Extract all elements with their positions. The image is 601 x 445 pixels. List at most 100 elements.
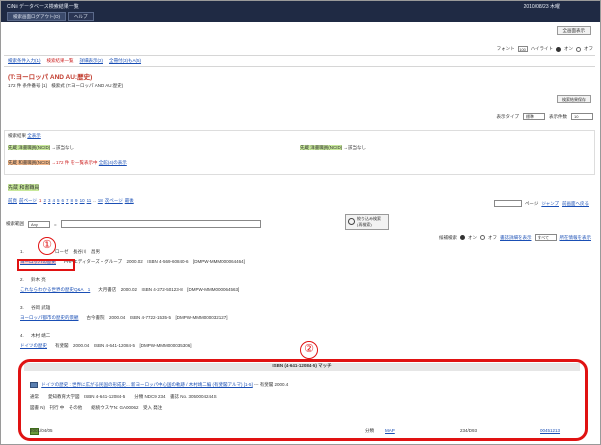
filter-input[interactable] <box>60 220 261 228</box>
filter-select[interactable]: Any <box>28 220 50 228</box>
display-count-select[interactable]: 10 <box>571 113 593 120</box>
result-row: 先蔵 和書職員(NCID) →172 件 を一覧表示中 全館(4)の表示 <box>8 160 127 166</box>
list-item: 2. 鈴木 亮 これならわかる世界の歴史Q&A 1 大月書店 2000.02 I… <box>20 277 239 293</box>
filter-label: 検索範囲 <box>6 221 24 226</box>
record-number: 2. <box>20 277 24 282</box>
record-author: ローゼ 長谷川 昌男 <box>55 249 101 254</box>
candidate-off-label: オフ <box>488 234 497 240</box>
scope-select[interactable]: すべて <box>534 234 557 241</box>
show-holdings-link[interactable]: 所在情報を表示 <box>560 235 592 241</box>
result-heading: 検索結果 <box>8 133 26 138</box>
annotation-circle-2: ② <box>300 341 318 359</box>
record-author: 鈴木 亮 <box>31 277 46 282</box>
display-type-select[interactable]: 標準 <box>523 113 545 120</box>
pager-page[interactable]: 3 <box>48 198 51 204</box>
narrow-search-button[interactable]: 絞り込み検索 (再検索) <box>345 214 389 230</box>
jump-button[interactable]: ジャンプ <box>541 201 559 207</box>
db-result: →該当なし <box>51 145 75 150</box>
divider <box>4 66 595 67</box>
breadcrumb-detail[interactable]: 詳細表示(2) <box>80 58 104 64</box>
db-label: 先蔵 和書職員(NCID) <box>8 160 51 165</box>
record-number: 3. <box>20 305 24 310</box>
pager-prev[interactable]: 前ページ <box>19 198 37 204</box>
pager-page[interactable]: 7 <box>66 198 69 204</box>
show-all-link[interactable]: 全表示 <box>27 133 41 138</box>
candidate-on-label: オン <box>468 234 477 240</box>
current-date: 2010/08/23 木曜 <box>523 4 560 10</box>
query-expression: 条件番号 [1] 検索式 (T:ヨーロッパ AND AU:歴史) <box>22 83 124 88</box>
page-jump-input[interactable] <box>493 200 522 207</box>
pager-next[interactable]: 次ページ <box>105 198 123 204</box>
candidate-on-radio[interactable] <box>460 235 465 240</box>
breadcrumb-all[interactable]: 全冊付(3)もA(5) <box>109 58 141 64</box>
result-row: 先蔵 洋書職員(NCID) →該当なし <box>8 145 74 151</box>
pager-page[interactable]: 18 <box>98 198 103 204</box>
breadcrumb-search-input[interactable]: 検索条件入力(1) <box>8 58 41 64</box>
save-results-button[interactable]: 検索結果保存 <box>557 95 591 103</box>
annotation-box-1 <box>17 259 75 271</box>
narrow-search-label: 絞り込み検索 (再検索) <box>357 216 381 227</box>
breadcrumb-result-list: 検索結果一覧 <box>46 58 74 63</box>
query-info: 172 件 条件番号 [1] 検索式 (T:ヨーロッパ AND AU:歴史) <box>8 83 123 89</box>
record-detail: 古今書院 2000.04 ISBN 4-7722-1535-5 [DMPW-MM… <box>86 315 228 320</box>
tab-help[interactable]: ヘルプ <box>68 12 94 21</box>
result-row: 先蔵 洋書職員(NCID) →該当なし <box>300 145 366 151</box>
db-result: →該当なし <box>343 145 367 150</box>
record-title-link[interactable]: ヨーロッパ都市の歴史的景観 <box>20 315 79 321</box>
all-libraries-link[interactable]: 全館(4)の表示 <box>99 160 127 165</box>
record-detail: 有斐閣 2000.04 ISBN 4-641-12084-5 [DMPW-MMM… <box>55 343 192 348</box>
breadcrumb: 検索条件入力(1) 検索結果一覧 詳細表示(2) 全冊付(3)もA(5) <box>8 58 141 64</box>
app-title: CiNii データベース検索結果一覧 <box>7 4 79 10</box>
annotation-box-2 <box>18 359 588 441</box>
pager-page[interactable]: 9 <box>75 198 78 204</box>
font-size-select[interactable]: 100 <box>517 46 528 52</box>
candidate-settings: 候補検索 オン オフ 書誌詳細を表示 すべて 所在情報を表示 <box>439 234 591 241</box>
list-item: 4. 木村 靖二 ドイツの歴史 有斐閣 2000.04 ISBN 4-641-1… <box>20 333 191 349</box>
top-tabs: 検索画面ログアウト(O) ヘルプ <box>7 12 94 21</box>
pager-page[interactable]: 4 <box>52 198 55 204</box>
candidate-off-radio[interactable] <box>480 235 485 240</box>
result-panel-heading: 検索結果 全表示 <box>8 133 41 139</box>
font-label: フォント <box>496 46 515 51</box>
highlight-label: ハイライト <box>530 46 553 51</box>
pager-page[interactable]: 5 <box>57 198 60 204</box>
divider <box>4 55 595 56</box>
display-settings: 表示タイプ 標準 表示件数 10 <box>496 113 593 120</box>
pager-page[interactable]: 2 <box>43 198 46 204</box>
list-item: 3. 谷岡 武雄 ヨーロッパ都市の歴史的景観 古今書院 2000.04 ISBN… <box>20 305 227 321</box>
pager-last[interactable]: 最後 <box>125 198 134 204</box>
record-number: 1. <box>20 249 24 254</box>
highlight-on-label: オン <box>564 46 573 51</box>
highlight-off-label: オフ <box>584 46 593 51</box>
candidate-label: 候補検索 <box>439 234 457 240</box>
pager-page[interactable]: 10 <box>80 198 85 204</box>
back-link[interactable]: 前画面へ戻る <box>562 201 589 207</box>
pager-ellipsis: .. <box>93 198 96 203</box>
record-title-link[interactable]: これならわかる世界の歴史Q&A 1 <box>20 287 90 293</box>
pager-page[interactable]: 11 <box>87 198 92 204</box>
page-jump-label: ページ <box>524 200 539 206</box>
db-label: 先蔵 洋書職員(NCID) <box>300 145 343 150</box>
record-title-link[interactable]: ドイツの歴史 <box>20 343 47 349</box>
pager-page[interactable]: 8 <box>71 198 74 204</box>
record-number: 4. <box>20 333 24 338</box>
show-bib-link[interactable]: 書誌詳細を表示 <box>500 235 532 241</box>
highlight-on-radio[interactable] <box>556 46 561 52</box>
page-jump: ページ ジャンプ 前画面へ戻る <box>493 200 589 207</box>
db-label: 先蔵 洋書職員(NCID) <box>8 145 51 150</box>
db-result: →172 件 を一覧表示中 <box>51 160 98 165</box>
tab-logout[interactable]: 検索画面ログアウト(O) <box>7 12 66 21</box>
pager-first[interactable]: 前頁 <box>8 198 17 204</box>
fullscreen-button[interactable]: 全画面表示 <box>556 26 591 35</box>
display-type-label: 表示タイプ <box>496 113 520 119</box>
record-author: 谷岡 武雄 <box>31 305 51 310</box>
pagination: 前頁 前ページ 1 2 3 4 5 6 7 8 9 10 11 .. 18 次ペ… <box>8 198 134 204</box>
annotation-circle-1: ① <box>38 237 56 255</box>
filter-equals: = <box>54 221 57 227</box>
filter-row: 検索範囲 Any = <box>6 220 261 228</box>
record-detail: PHPエディターズ・グループ 2000.02 ISBN 4-569-60840-… <box>64 259 245 264</box>
highlight-off-radio[interactable] <box>576 46 581 52</box>
pager-page: 1 <box>38 198 42 203</box>
result-count: 172 件 <box>8 83 22 88</box>
pager-page[interactable]: 6 <box>62 198 65 204</box>
